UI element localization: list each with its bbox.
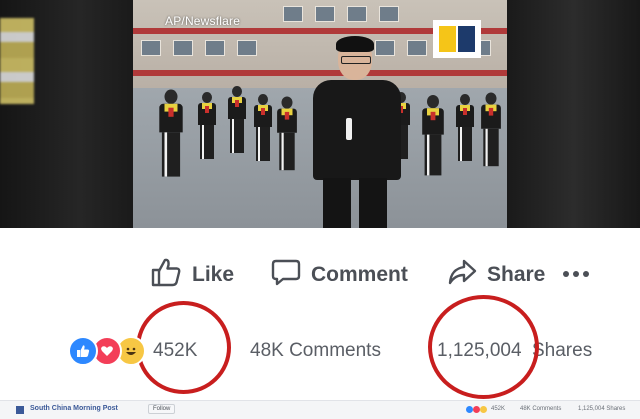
mini-reactions-count: 452K (491, 406, 506, 412)
like-button[interactable]: Like (150, 258, 234, 292)
video-frame[interactable]: AP/Newsflare (133, 0, 507, 228)
comment-button[interactable]: Comment (271, 258, 408, 292)
engagement-stats: 452K 48K Comments 1,125,004 Shares (0, 295, 640, 399)
student-figure (276, 96, 298, 174)
mini-shares-count: 1,125,004 Shares (578, 406, 626, 412)
thumbs-up-icon (150, 257, 192, 293)
page-flag-icon (16, 406, 24, 414)
video-player[interactable]: AP/Newsflare (0, 0, 640, 228)
blurred-background-left (0, 0, 133, 228)
scmp-logo (433, 20, 481, 58)
student-figure (197, 92, 217, 162)
red-circle-annotation-reactions (136, 301, 231, 394)
blurred-background-right (507, 0, 640, 228)
student-figure (455, 94, 475, 164)
comment-bubble-icon (271, 257, 311, 293)
like-label: Like (192, 263, 235, 286)
mini-haha-icon (480, 406, 487, 413)
mini-love-icon (473, 406, 480, 413)
student-figure (480, 92, 502, 170)
student-figure (253, 94, 273, 164)
mini-comments-count: 48K Comments (520, 406, 562, 412)
mini-like-icon (466, 406, 473, 413)
blurred-logo (0, 18, 34, 104)
comments-count[interactable]: 48K Comments (250, 340, 381, 362)
comment-label: Comment (311, 263, 408, 286)
more-options-icon[interactable] (563, 264, 589, 284)
student-figure (158, 89, 184, 181)
facebook-post-footer: South China Morning Post Follow 452K 48K… (0, 400, 640, 419)
student-figure (421, 95, 445, 179)
page-name-link[interactable]: South China Morning Post (30, 405, 118, 412)
video-watermark: AP/Newsflare (165, 14, 241, 28)
follow-button[interactable]: Follow (148, 404, 176, 414)
teacher-figure (303, 36, 413, 228)
reaction-icons[interactable] (68, 336, 152, 366)
share-label: Share (487, 263, 546, 286)
student-figure (227, 86, 247, 156)
share-button[interactable]: Share (447, 258, 545, 292)
red-circle-annotation-shares (428, 295, 539, 399)
share-arrow-icon (447, 257, 487, 293)
shares-label[interactable]: Shares (532, 340, 592, 362)
action-bar: Like Comment Share (0, 228, 640, 320)
like-reaction-icon (68, 336, 98, 366)
